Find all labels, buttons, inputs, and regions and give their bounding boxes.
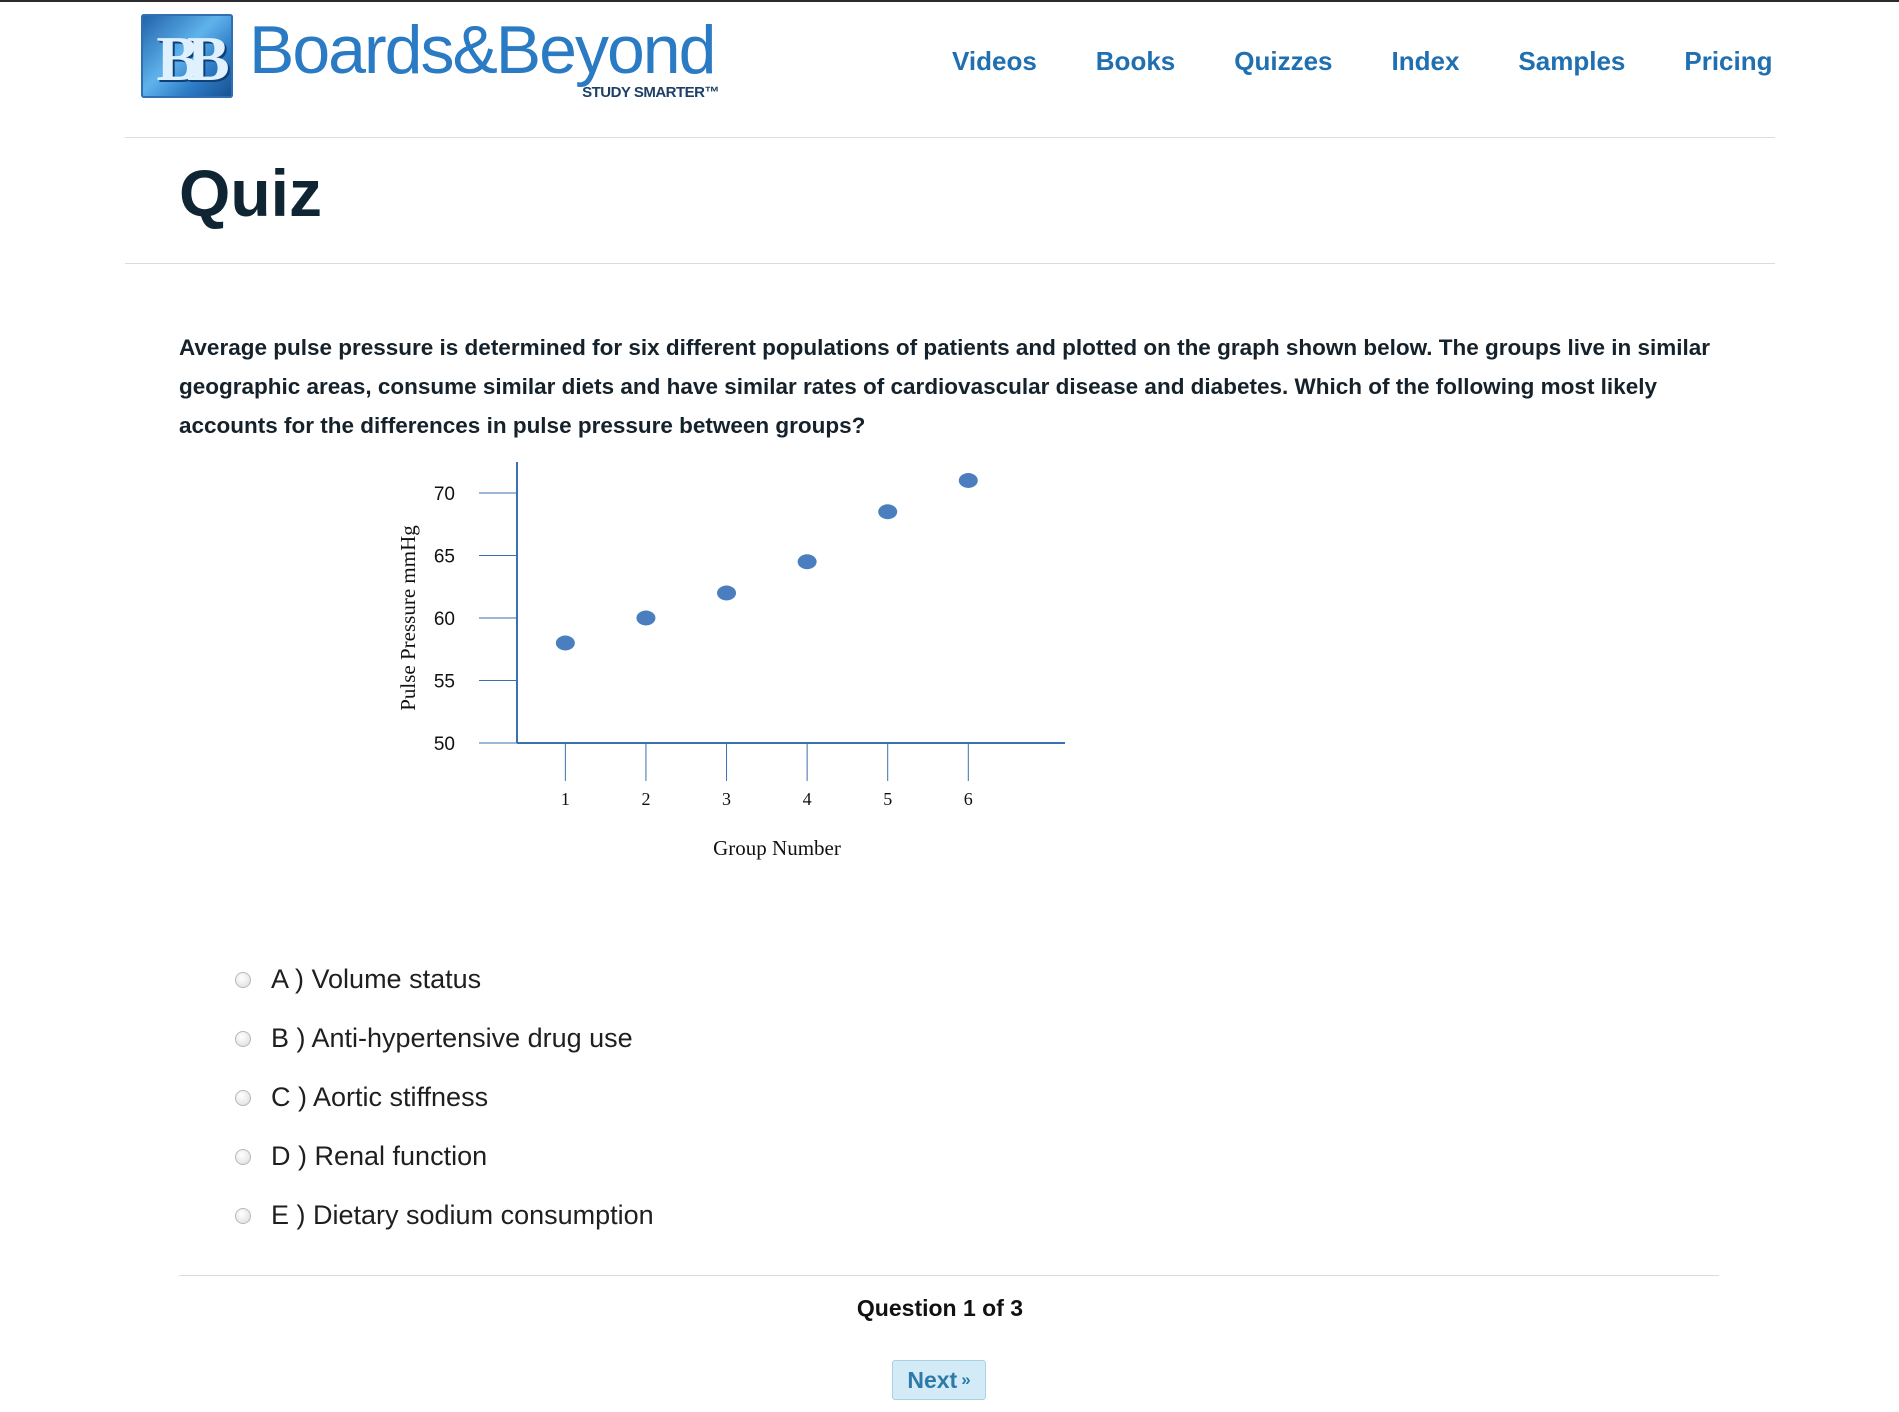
data-point [797, 554, 817, 570]
nav-books[interactable]: Books [1096, 46, 1175, 77]
next-arrow-icon: » [961, 1370, 971, 1389]
option-label: D ) Renal function [271, 1141, 488, 1171]
nav-pricing[interactable]: Pricing [1684, 46, 1772, 77]
data-point [717, 585, 737, 601]
data-point [878, 504, 898, 520]
question-counter: Question 1 of 3 [856, 1295, 1024, 1321]
option-d[interactable]: D ) Renal function [235, 1127, 654, 1186]
x-axis-label: Group Number [713, 836, 841, 860]
x-tick-label: 6 [964, 789, 973, 809]
option-b[interactable]: B ) Anti-hypertensive drug use [235, 1009, 654, 1068]
logo-mark-icon: BB [141, 14, 233, 98]
page-title: Quiz [179, 156, 322, 230]
next-label: Next [907, 1366, 958, 1393]
question-text: Average pulse pressure is determined for… [179, 334, 1711, 438]
title-divider [125, 263, 1775, 264]
main-nav: Videos Books Quizzes Index Samples Prici… [952, 46, 1773, 77]
radio-button[interactable] [235, 1148, 251, 1165]
y-tick-label: 70 [434, 484, 455, 505]
logo-tagline: STUDY SMARTER™ [582, 84, 719, 101]
radio-button[interactable] [235, 1089, 251, 1106]
chart-svg: 50 55 60 65 70 1 2 3 4 5 6 Group Number Pulse Pressu… [396, 462, 1065, 860]
pulse-pressure-chart: 50 55 60 65 70 1 2 3 4 5 6 Group Number Pulse Pressu… [380, 450, 1100, 870]
option-c[interactable]: C ) Aortic stiffness [235, 1068, 654, 1127]
logo-name: Boards&Beyond [249, 12, 716, 88]
x-tick-label: 5 [883, 789, 892, 809]
option-label: C ) Aortic stiffness [271, 1082, 489, 1112]
y-tick-label: 60 [434, 609, 455, 630]
x-tick-label: 3 [722, 789, 731, 809]
x-tick-label: 1 [561, 789, 570, 809]
top-border [0, 0, 1899, 2]
data-point [636, 610, 656, 626]
option-label: B ) Anti-hypertensive drug use [271, 1023, 633, 1053]
nav-index[interactable]: Index [1392, 46, 1460, 77]
y-tick-label: 55 [434, 672, 455, 693]
answer-options: A ) Volume status B ) Anti-hypertensive … [235, 950, 654, 1245]
nav-videos[interactable]: Videos [952, 46, 1037, 77]
radio-button[interactable] [235, 1030, 251, 1047]
radio-button[interactable] [235, 1207, 251, 1224]
radio-button[interactable] [235, 971, 251, 988]
data-point [958, 473, 978, 488]
data-point [555, 635, 575, 651]
option-a[interactable]: A ) Volume status [235, 950, 654, 1009]
header-divider [125, 137, 1775, 138]
option-label: A ) Volume status [271, 964, 482, 994]
x-tick-label: 4 [803, 789, 812, 809]
option-label: E ) Dietary sodium consumption [271, 1200, 654, 1230]
y-tick-label: 65 [434, 547, 455, 568]
nav-samples[interactable]: Samples [1518, 46, 1625, 77]
site-logo[interactable]: BB Boards&Beyond STUDY SMARTER™ [141, 12, 719, 101]
next-button[interactable]: Next » [892, 1360, 986, 1400]
x-tick-label: 2 [641, 789, 650, 809]
option-e[interactable]: E ) Dietary sodium consumption [235, 1186, 654, 1245]
y-axis-label: Pulse Pressure mmHg [396, 525, 420, 711]
logo-wordmark: Boards&Beyond STUDY SMARTER™ [249, 12, 719, 101]
nav-quizzes[interactable]: Quizzes [1234, 46, 1332, 77]
y-tick-label: 50 [434, 734, 455, 755]
footer-divider [179, 1275, 1719, 1276]
